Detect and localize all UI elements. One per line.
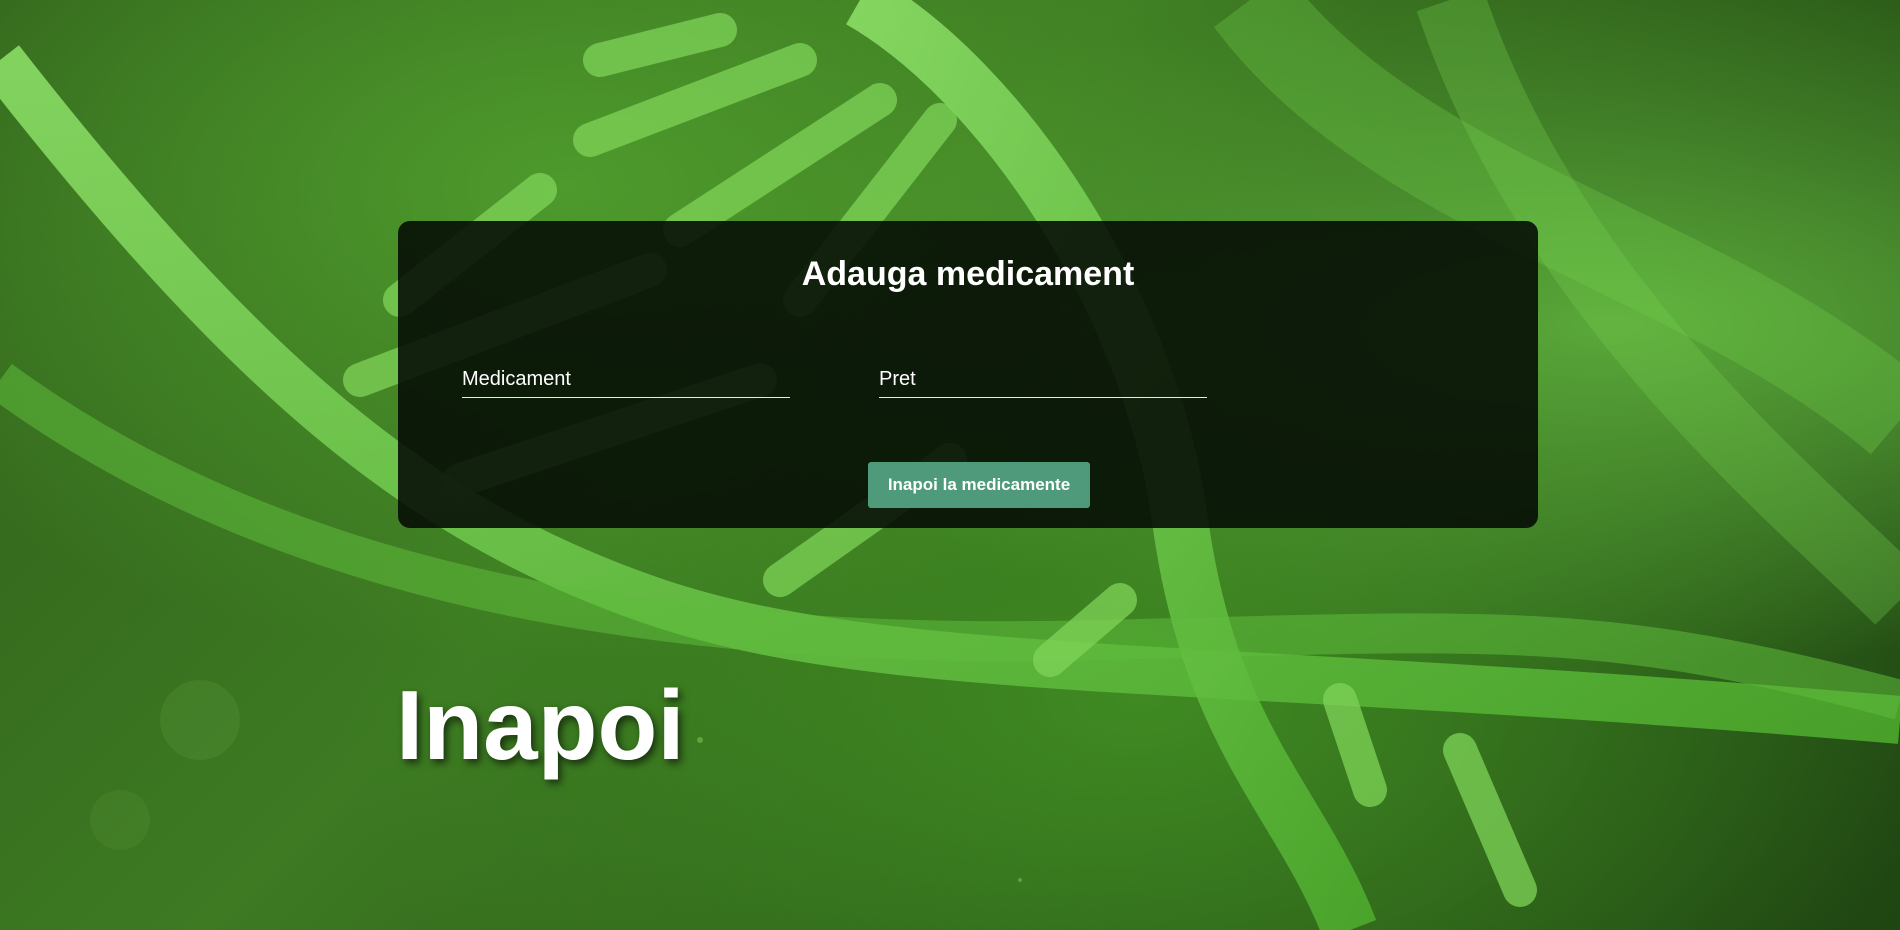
add-medication-card: Adauga medicament Inapoi la medicamente bbox=[398, 221, 1538, 528]
back-to-medications-button[interactable]: Inapoi la medicamente bbox=[868, 462, 1090, 508]
back-link[interactable]: Inapoi bbox=[396, 676, 685, 774]
medicament-input[interactable] bbox=[462, 368, 790, 391]
form-title: Adauga medicament bbox=[801, 255, 1135, 293]
pret-field-wrapper bbox=[879, 359, 1207, 398]
medicament-field-wrapper bbox=[462, 359, 790, 398]
pret-input[interactable] bbox=[879, 368, 1207, 391]
